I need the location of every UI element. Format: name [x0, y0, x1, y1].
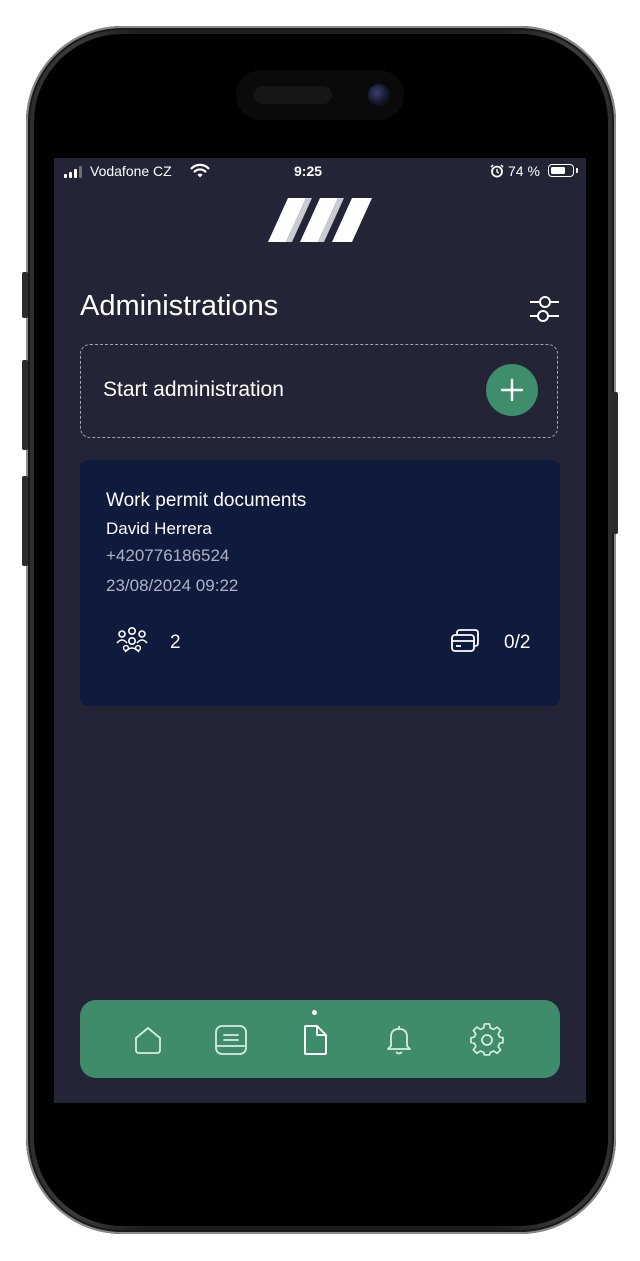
document-icon — [304, 1025, 327, 1055]
tab-home[interactable] — [128, 1020, 168, 1060]
home-icon — [135, 1027, 161, 1054]
administration-card[interactable]: Work permit documents David Herrera +420… — [80, 460, 560, 706]
volume-up-button — [22, 360, 28, 450]
page-title: Administrations — [80, 290, 279, 322]
power-button — [612, 392, 618, 534]
administration-person-name: David Herrera — [106, 519, 212, 538]
battery-tip — [576, 168, 578, 173]
tab-documents[interactable] — [295, 1020, 335, 1060]
action-button — [22, 272, 28, 318]
documents-progress: 0/2 — [504, 632, 531, 653]
screen-bottom-area — [54, 1103, 586, 1207]
bell-icon — [387, 1026, 411, 1055]
alarm-icon — [490, 164, 504, 178]
battery-percentage: 74 % — [508, 163, 540, 179]
sliders-icon[interactable] — [528, 294, 560, 324]
volume-down-button — [22, 476, 28, 566]
tab-notifications[interactable] — [379, 1020, 419, 1060]
people-group-icon — [116, 626, 148, 653]
gear-icon — [470, 1023, 504, 1056]
documents-cards-icon — [451, 629, 479, 652]
start-administration-card[interactable]: Start administration — [80, 344, 558, 438]
administration-phone: +420776186524 — [106, 546, 230, 565]
administration-date: 23/08/2024 09:22 — [106, 576, 239, 595]
wifi-icon — [190, 163, 210, 178]
add-administration-button[interactable] — [486, 364, 538, 416]
administration-title: Work permit documents — [106, 490, 307, 511]
active-tab-indicator — [312, 1010, 317, 1015]
brand-logo-icon — [268, 198, 372, 242]
start-administration-label: Start administration — [103, 378, 284, 401]
inbox-icon — [215, 1025, 247, 1055]
app-screen: Vodafone CZ 9:25 74 % Administrations St… — [54, 158, 586, 1103]
plus-icon — [500, 378, 524, 402]
battery-icon — [548, 164, 574, 177]
carrier-name: Vodafone CZ — [90, 163, 172, 179]
bottom-tab-bar — [80, 1000, 560, 1078]
tab-settings[interactable] — [467, 1020, 507, 1060]
speaker-grille — [254, 86, 332, 104]
people-count: 2 — [170, 632, 181, 653]
status-bar: Vodafone CZ 9:25 74 % — [54, 158, 586, 186]
clock: 9:25 — [294, 163, 323, 179]
tab-inbox[interactable] — [211, 1020, 251, 1060]
signal-icon — [64, 166, 84, 178]
front-camera — [368, 84, 390, 106]
